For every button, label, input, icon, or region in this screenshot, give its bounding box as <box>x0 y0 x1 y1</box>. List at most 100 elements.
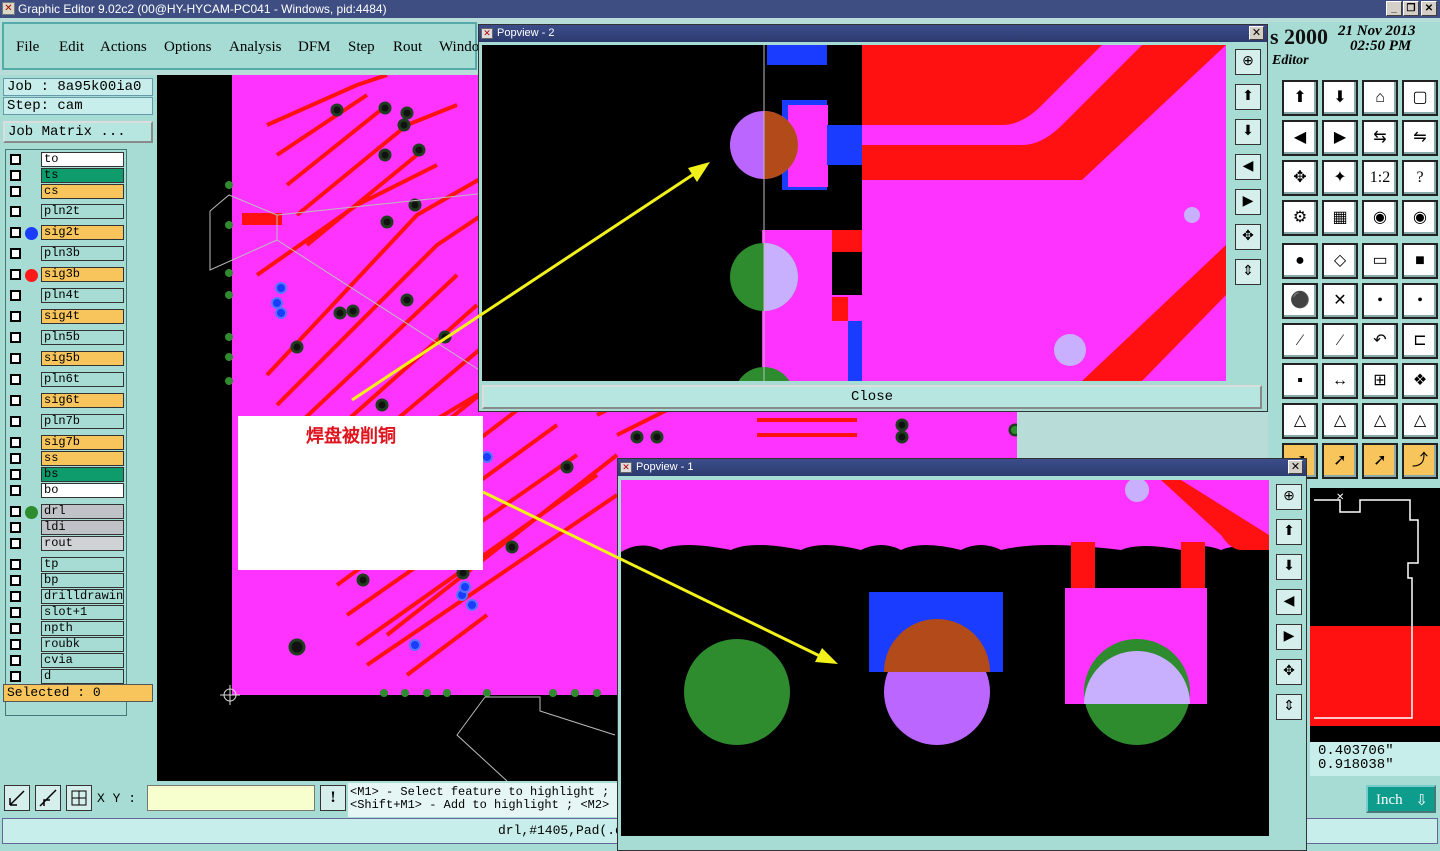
pan-icon[interactable]: ⇕ <box>1276 694 1302 720</box>
layer-name[interactable]: bp <box>41 573 124 588</box>
layer-name[interactable]: sig2t <box>41 225 124 240</box>
layer-name[interactable]: pln5b <box>41 330 124 345</box>
left-arrow-icon[interactable]: ◀ <box>1282 120 1318 156</box>
pad-icon[interactable]: ▪ <box>1282 363 1318 399</box>
prev-icon[interactable]: ◀ <box>1235 154 1261 180</box>
units-dropdown[interactable]: Inch ⇩ <box>1366 785 1436 813</box>
layer-name[interactable]: pln3b <box>41 246 124 261</box>
layer-row[interactable]: roubk <box>8 637 125 653</box>
layer-row[interactable]: ss <box>8 451 125 467</box>
next-icon[interactable]: ▶ <box>1235 189 1261 215</box>
layer-name[interactable]: ts <box>41 168 124 183</box>
triangle3-icon[interactable]: △ <box>1362 403 1398 439</box>
layer-checkbox[interactable] <box>10 623 21 634</box>
layer-row[interactable]: sig3b <box>8 267 125 283</box>
overview-map[interactable]: ✕ <box>1310 488 1440 752</box>
layer-name[interactable]: cs <box>41 184 124 199</box>
layer-checkbox[interactable] <box>10 506 21 517</box>
arc-icon[interactable]: ↶ <box>1362 323 1398 359</box>
grid-icon[interactable] <box>66 785 92 811</box>
layer-checkbox[interactable] <box>10 559 21 570</box>
layer-name[interactable]: tp <box>41 557 124 572</box>
layer-row[interactable]: d <box>8 669 125 685</box>
save-icon[interactable]: ⬇ <box>1235 119 1261 145</box>
layer-name[interactable]: sig6t <box>41 393 124 408</box>
layer-checkbox[interactable] <box>10 186 21 197</box>
connect-icon[interactable]: ⚫ <box>1282 283 1318 319</box>
layer-row[interactable]: ldi <box>8 520 125 536</box>
popview-1-canvas[interactable] <box>621 480 1269 836</box>
layer-row[interactable]: cvia <box>8 653 125 669</box>
layer-checkbox[interactable] <box>10 655 21 666</box>
scale-icon[interactable]: ⇋ <box>1402 120 1438 156</box>
menu-actions[interactable]: Actions <box>100 39 147 56</box>
layer-checkbox[interactable] <box>10 591 21 602</box>
layer-row[interactable]: bo <box>8 483 125 499</box>
layer-row[interactable]: sig5b <box>8 351 125 367</box>
menu-analysis[interactable]: Analysis <box>229 39 282 56</box>
alert-icon[interactable]: ! <box>320 785 346 811</box>
layer-name[interactable]: rout <box>41 536 124 551</box>
triangle4-icon[interactable]: △ <box>1402 403 1438 439</box>
next-icon[interactable]: ▶ <box>1276 624 1302 650</box>
layer-red-icon[interactable]: ◉ <box>1402 200 1438 236</box>
layer-row[interactable]: to <box>8 152 125 168</box>
layer-checkbox[interactable] <box>10 154 21 165</box>
pointer3-icon[interactable]: ➚ <box>1362 443 1398 479</box>
center-icon[interactable]: ✦ <box>1322 160 1358 196</box>
layer-checkbox[interactable] <box>10 437 21 448</box>
layer-checkbox[interactable] <box>10 311 21 322</box>
text-icon[interactable]: ⊏ <box>1402 323 1438 359</box>
layer-row[interactable]: ts <box>8 168 125 184</box>
job-matrix-button[interactable]: Job Matrix ... <box>3 121 153 143</box>
ratio-icon[interactable]: 1:2 <box>1362 160 1398 196</box>
dim-icon[interactable]: ⊞ <box>1362 363 1398 399</box>
cross-icon[interactable]: ✕ <box>1322 283 1358 319</box>
popview-1-close-x[interactable]: ✕ <box>1288 460 1303 474</box>
close-window-button[interactable]: ✕ <box>1421 1 1437 16</box>
help-icon[interactable]: ? <box>1402 160 1438 196</box>
layer-checkbox[interactable] <box>10 374 21 385</box>
layer-name[interactable]: ss <box>41 451 124 466</box>
menu-edit[interactable]: Edit <box>59 39 84 56</box>
layer-name[interactable]: sig5b <box>41 351 124 366</box>
layer-row[interactable]: drl <box>8 504 125 520</box>
join-icon[interactable]: ↔ <box>1322 363 1358 399</box>
select-icon[interactable]: ● <box>1282 243 1318 279</box>
layer-checkbox[interactable] <box>10 485 21 496</box>
open-icon[interactable]: ⬆ <box>1282 80 1318 116</box>
save-icon[interactable]: ⬇ <box>1322 80 1358 116</box>
layer-name[interactable]: bs <box>41 467 124 482</box>
layer-name[interactable]: sig7b <box>41 435 124 450</box>
point-icon[interactable]: • <box>1362 283 1398 319</box>
zoom-in-icon[interactable]: ⊕ <box>1276 484 1302 510</box>
layer-row[interactable]: drilldrawing <box>8 589 125 605</box>
layer-name[interactable]: pln2t <box>41 204 124 219</box>
layer-name[interactable]: sig3b <box>41 267 124 282</box>
layer-checkbox[interactable] <box>10 395 21 406</box>
layer-checkbox[interactable] <box>10 269 21 280</box>
pointer2-icon[interactable]: ➚ <box>1322 443 1358 479</box>
layer-name[interactable]: sig4t <box>41 309 124 324</box>
popview-2-canvas[interactable] <box>482 45 1226 381</box>
zoom-window-icon[interactable] <box>4 785 30 811</box>
triangle2-icon[interactable]: △ <box>1322 403 1358 439</box>
layer-name[interactable]: d <box>41 669 124 684</box>
layer-checkbox[interactable] <box>10 353 21 364</box>
layer-row[interactable]: sig7b <box>8 435 125 451</box>
layer-row[interactable]: pln4t <box>8 288 125 304</box>
layer-row[interactable]: pln3b <box>8 246 125 262</box>
popview-2-close-x[interactable]: ✕ <box>1249 26 1264 40</box>
layer-row[interactable]: slot+1 <box>8 605 125 621</box>
layer-row[interactable]: npth <box>8 621 125 637</box>
line-icon[interactable]: ∕ <box>1282 323 1318 359</box>
layer-checkbox[interactable] <box>10 639 21 650</box>
layer-row[interactable]: rout <box>8 536 125 552</box>
layer-row[interactable]: bp <box>8 573 125 589</box>
minimize-button[interactable]: _ <box>1386 1 1402 16</box>
layer-checkbox[interactable] <box>10 671 21 682</box>
window-icon[interactable]: ▢ <box>1402 80 1438 116</box>
layer-row[interactable]: tp <box>8 557 125 573</box>
layer-name[interactable]: slot+1 <box>41 605 124 620</box>
fit-icon[interactable]: ✥ <box>1235 224 1261 250</box>
